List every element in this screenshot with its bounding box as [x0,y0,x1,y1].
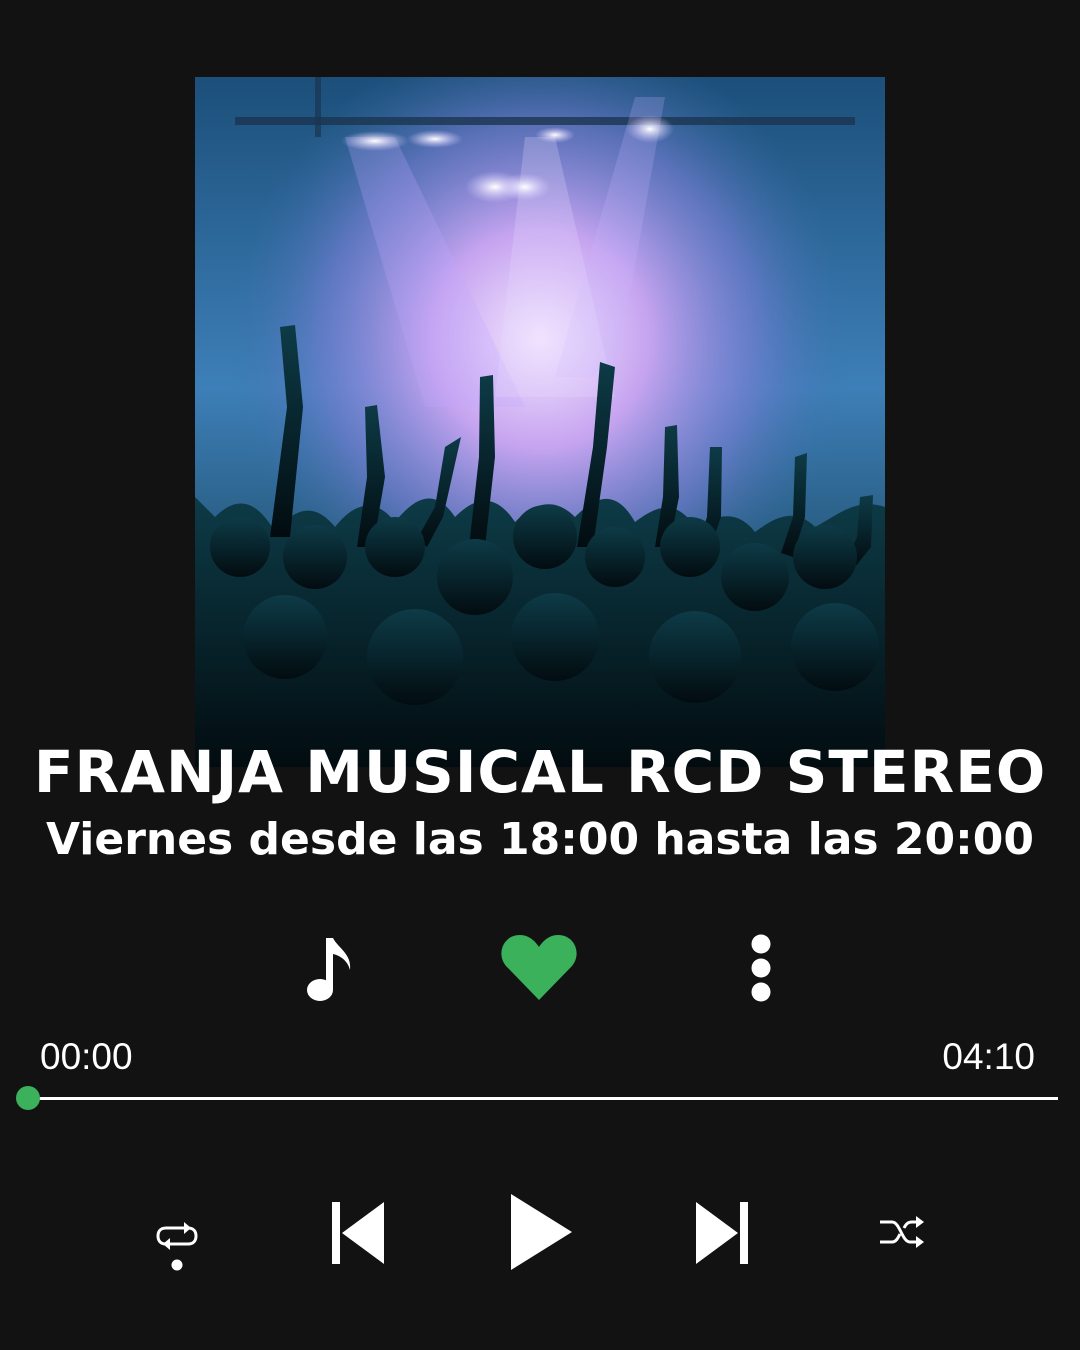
concert-crowd-image [195,77,885,767]
music-note-icon[interactable] [306,934,354,1004]
elapsed-time: 00:00 [40,1036,133,1077]
shuffle-icon[interactable] [878,1212,926,1252]
track-subtitle: Viernes desde las 18:00 hasta las 20:00 [45,814,1034,865]
album-cover [195,77,885,767]
skip-previous-icon[interactable] [332,1200,386,1266]
total-duration: 04:10 [942,1036,1035,1077]
play-icon[interactable] [508,1192,574,1272]
progress-bar[interactable] [16,1086,1058,1110]
repeat-one-icon[interactable] [154,1212,200,1274]
track-title: FRANJA MUSICAL RCD STEREO [33,738,1047,806]
heart-icon[interactable] [500,932,578,1002]
skip-next-icon[interactable] [694,1200,748,1266]
progress-knob[interactable] [16,1086,40,1110]
more-vertical-icon[interactable] [746,934,776,1004]
